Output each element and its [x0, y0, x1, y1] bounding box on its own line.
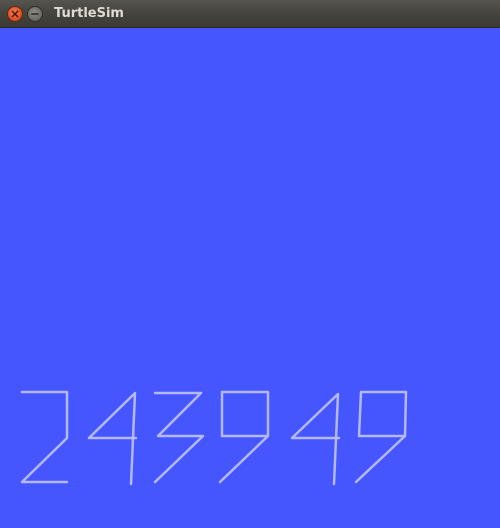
window-titlebar[interactable]: TurtleSim [0, 0, 500, 28]
drawing-surface [0, 28, 500, 528]
minimize-button[interactable] [27, 6, 43, 22]
window-title: TurtleSim [54, 6, 124, 21]
close-button[interactable] [7, 6, 23, 22]
close-icon [11, 10, 19, 18]
turtle-canvas [0, 28, 500, 528]
minimize-icon [31, 13, 39, 15]
turtlesim-window: TurtleSim [0, 0, 500, 528]
